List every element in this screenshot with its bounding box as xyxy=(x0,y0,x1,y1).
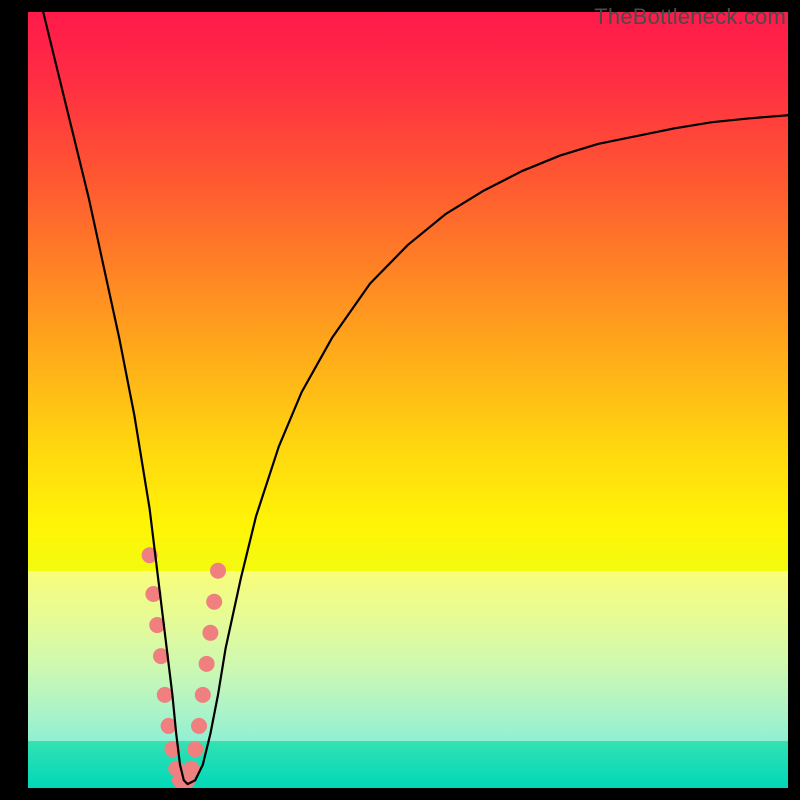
chart-frame: TheBottleneck.com xyxy=(0,0,800,800)
bottleneck-curve xyxy=(28,12,788,784)
marker-point xyxy=(206,594,222,610)
plot-area xyxy=(28,12,788,788)
marker-point xyxy=(202,625,218,641)
curve-svg xyxy=(28,12,788,788)
marker-point xyxy=(187,741,203,757)
marker-point xyxy=(191,718,207,734)
marker-point xyxy=(199,656,215,672)
marker-point xyxy=(157,687,173,703)
marker-group xyxy=(142,547,226,788)
marker-point xyxy=(195,687,211,703)
marker-point xyxy=(210,563,226,579)
watermark-text: TheBottleneck.com xyxy=(594,4,786,30)
